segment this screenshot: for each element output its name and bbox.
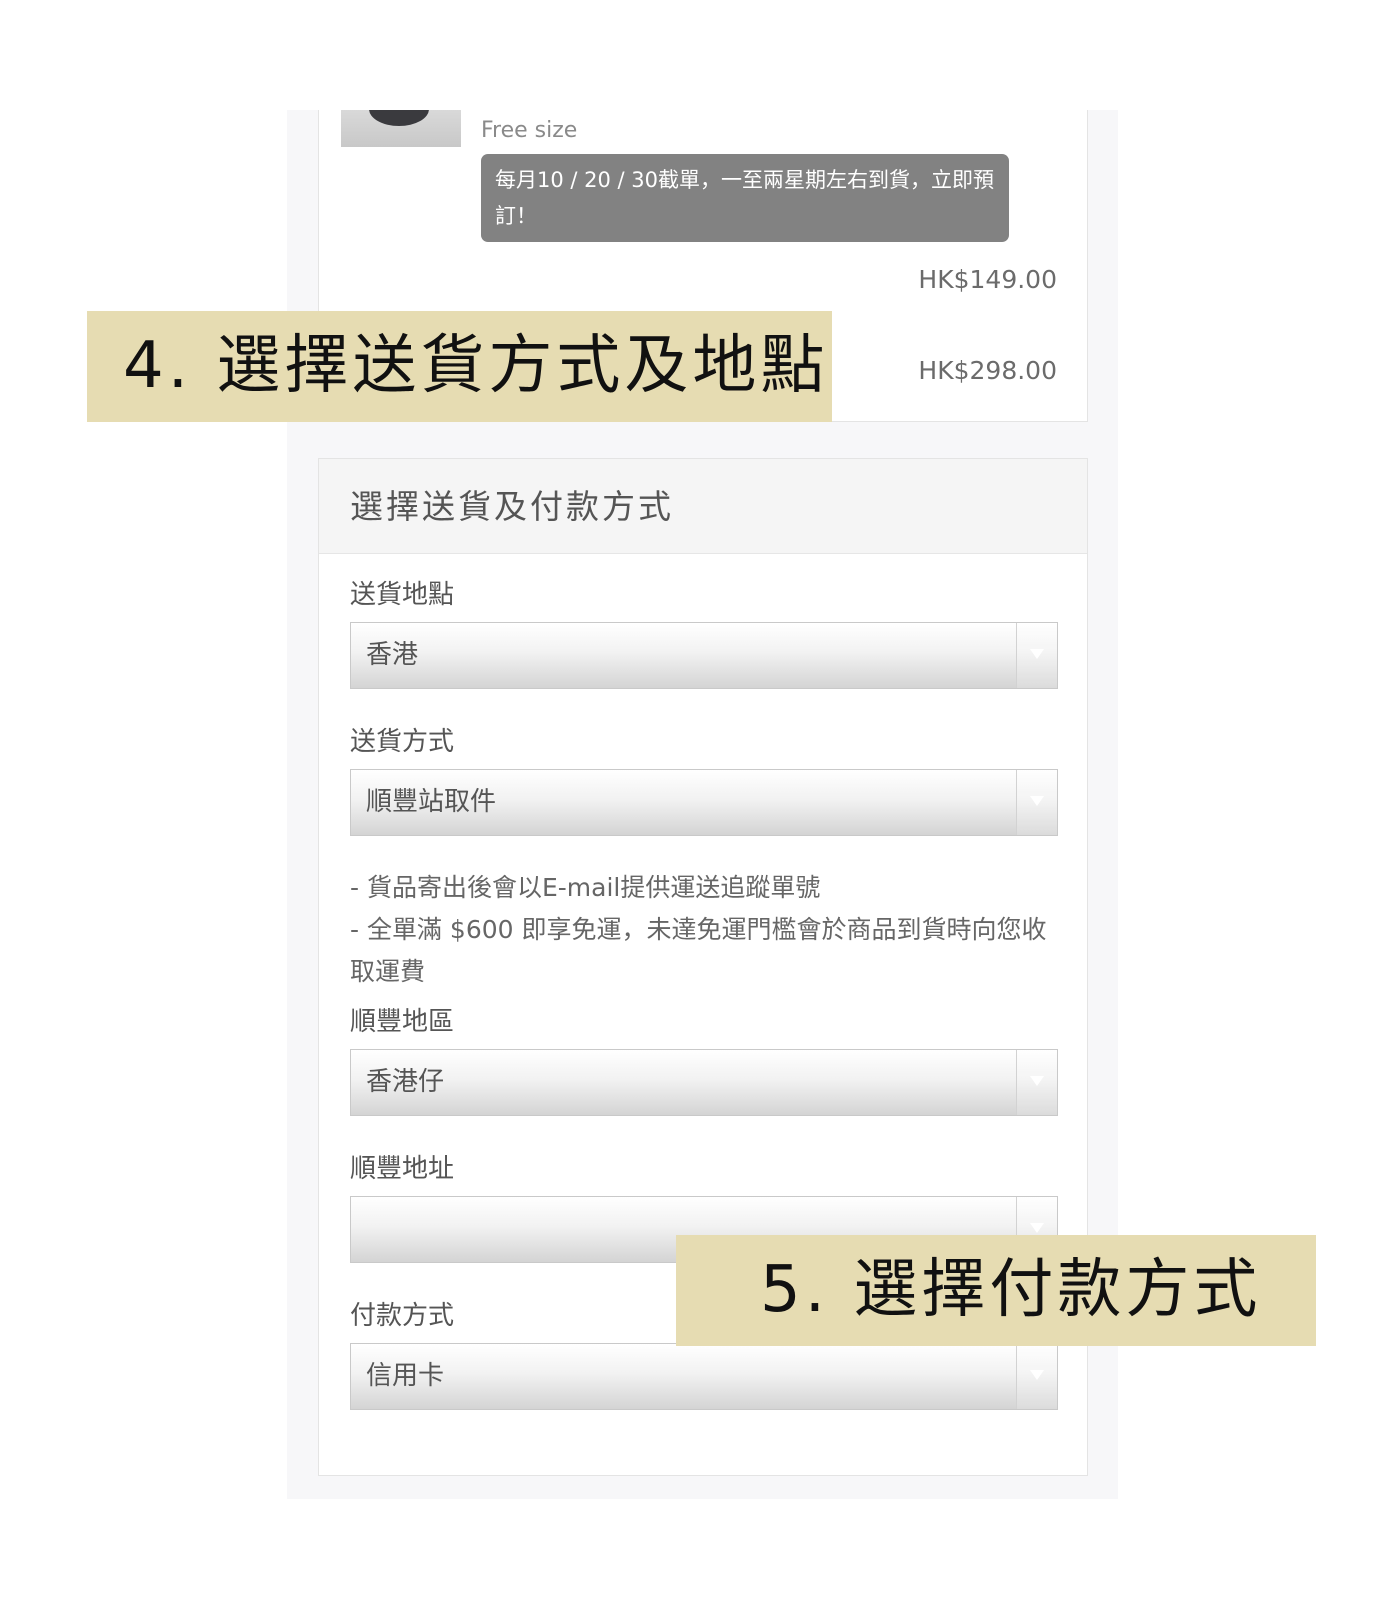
panel-title: 選擇送貨及付款方式 [319, 459, 1087, 554]
sf-region-value: 香港仔 [366, 1067, 445, 1097]
delivery-location-label: 送貨地點 [350, 580, 455, 610]
sf-address-label: 順豐地址 [350, 1154, 455, 1184]
delivery-method-value: 順豐站取件 [366, 787, 497, 817]
product-thumbnail[interactable] [341, 110, 461, 147]
item-price: HK$149.00 [918, 265, 1057, 294]
payment-method-select[interactable]: 信用卡 [350, 1343, 1058, 1410]
product-image [369, 110, 429, 126]
step-5-callout: 5. 選擇付款方式 [676, 1235, 1316, 1346]
payment-method-label: 付款方式 [350, 1301, 455, 1331]
shipping-note-tracking: - 貨品寄出後會以E-mail提供運送追蹤單號 [350, 873, 821, 902]
chevron-down-icon[interactable] [1016, 1050, 1057, 1115]
step-4-callout: 4. 選擇送貨方式及地點 [87, 311, 832, 422]
sf-region-label: 順豐地區 [350, 1007, 455, 1037]
delivery-location-value: 香港 [366, 640, 419, 670]
chevron-down-icon[interactable] [1016, 770, 1057, 835]
delivery-location-select[interactable]: 香港 [350, 622, 1058, 689]
sf-region-select[interactable]: 香港仔 [350, 1049, 1058, 1116]
preorder-note-badge: 每月10 / 20 / 30截單，一至兩星期左右到貨，立即預訂！ [481, 154, 1009, 242]
total-price: HK$298.00 [918, 356, 1057, 385]
shipping-notes: - 貨品寄出後會以E-mail提供運送追蹤單號 - 全單滿 $600 即享免運，… [350, 867, 1050, 993]
chevron-down-icon[interactable] [1016, 1344, 1057, 1409]
delivery-method-label: 送貨方式 [350, 727, 455, 757]
chevron-down-icon[interactable] [1016, 623, 1057, 688]
product-size: Free size [481, 118, 578, 143]
payment-method-value: 信用卡 [366, 1361, 445, 1391]
delivery-method-select[interactable]: 順豐站取件 [350, 769, 1058, 836]
shipping-note-free-shipping: - 全單滿 $600 即享免運，未達免運門檻會於商品到貨時向您收取運費 [350, 915, 1047, 986]
